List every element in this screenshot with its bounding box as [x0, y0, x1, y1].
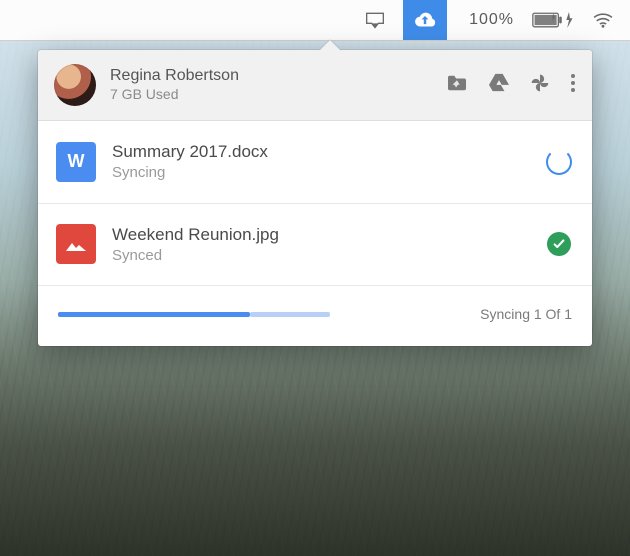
avatar[interactable] [54, 64, 96, 106]
image-file-icon [56, 224, 96, 264]
battery-percent: 100% [469, 11, 514, 29]
cloud-upload-icon[interactable] [403, 0, 447, 40]
file-row[interactable]: W Summary 2017.docx Syncing [38, 121, 592, 204]
user-name: Regina Robertson [110, 66, 446, 86]
sync-progress-text: Syncing 1 Of 1 [480, 306, 572, 322]
backup-sync-popover: Regina Robertson 7 GB Used [38, 50, 592, 346]
popover-caret [0, 40, 630, 50]
file-status: Syncing [112, 163, 528, 183]
file-status: Synced [112, 246, 528, 266]
file-name: Summary 2017.docx [112, 141, 528, 163]
storage-used: 7 GB Used [110, 86, 446, 104]
popover-footer: Syncing 1 Of 1 [38, 286, 592, 346]
popover-header: Regina Robertson 7 GB Used [38, 50, 592, 121]
desktop-background: 100% Regina Robertson 7 [0, 0, 630, 556]
google-drive-icon[interactable] [488, 73, 510, 98]
sync-progress-bar [58, 312, 458, 317]
syncing-spinner-icon [546, 149, 572, 175]
drive-folder-icon[interactable] [446, 74, 468, 97]
file-row[interactable]: Weekend Reunion.jpg Synced [38, 204, 592, 287]
system-menu-bar: 100% [0, 0, 630, 41]
more-vertical-icon[interactable] [570, 73, 576, 98]
airplay-icon[interactable] [365, 11, 385, 29]
word-doc-icon: W [56, 142, 96, 182]
battery-charging-icon[interactable] [532, 12, 574, 28]
wifi-icon[interactable] [592, 12, 614, 28]
google-photos-icon[interactable] [530, 73, 550, 98]
file-name: Weekend Reunion.jpg [112, 224, 528, 246]
synced-check-icon [547, 232, 571, 256]
